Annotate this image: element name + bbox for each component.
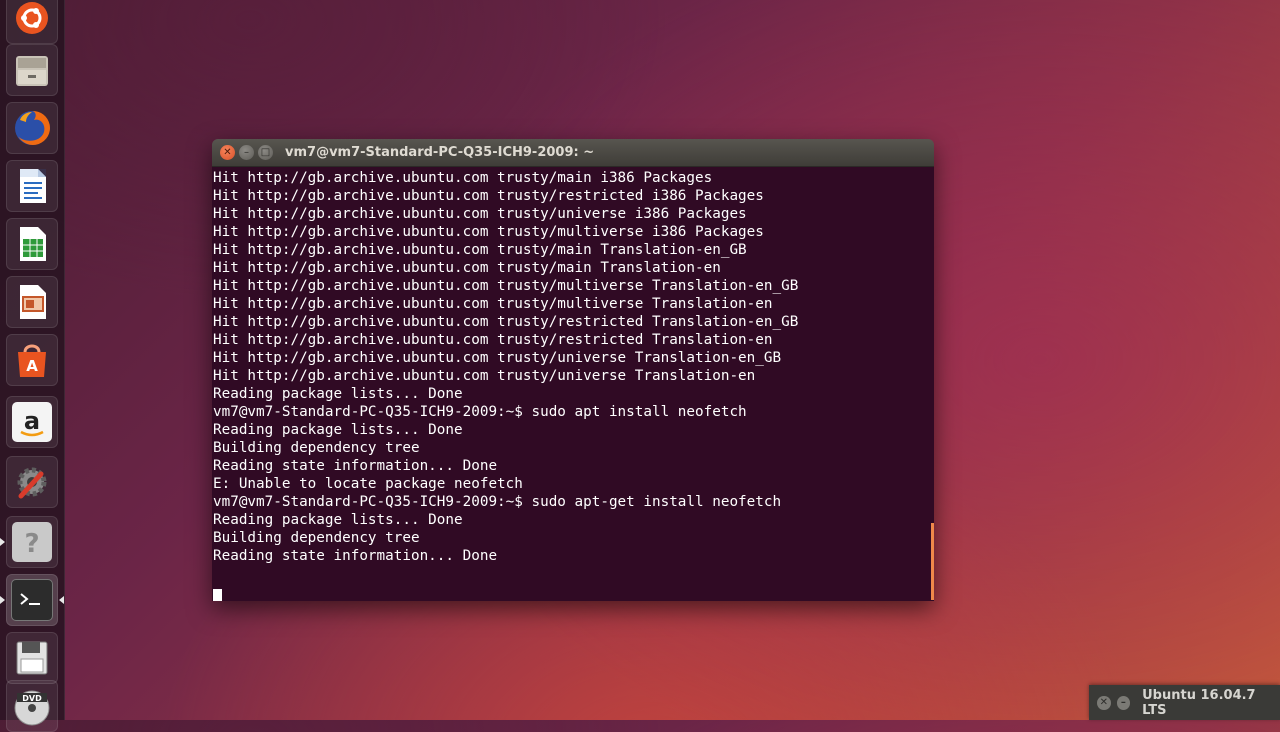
terminal-line: Hit http://gb.archive.ubuntu.com trusty/… <box>213 314 799 330</box>
system-settings-button[interactable] <box>6 456 58 508</box>
close-button[interactable]: ✕ <box>220 145 235 160</box>
software-center-button[interactable]: A <box>6 334 58 386</box>
calc-button[interactable] <box>6 218 58 270</box>
terminal-line: Hit http://gb.archive.ubuntu.com trusty/… <box>213 260 721 276</box>
close-icon: ✕ <box>223 147 232 158</box>
terminal-cursor <box>213 589 222 601</box>
window-title: vm7@vm7-Standard-PC-Q35-ICH9-2009: ~ <box>285 145 595 160</box>
system-settings-icon <box>12 462 52 502</box>
svg-text:a: a <box>24 407 40 435</box>
terminal-line: vm7@vm7-Standard-PC-Q35-ICH9-2009:~$ sud… <box>213 404 747 420</box>
terminal-line: vm7@vm7-Standard-PC-Q35-ICH9-2009:~$ sud… <box>213 494 782 510</box>
svg-text:?: ? <box>24 529 39 559</box>
firefox-icon <box>12 108 52 148</box>
terminal-icon <box>11 579 53 621</box>
running-indicator <box>0 596 5 604</box>
running-indicator <box>0 538 5 546</box>
os-version-label: Ubuntu 16.04.7 LTS <box>1142 687 1256 718</box>
terminal-line: Hit http://gb.archive.ubuntu.com trusty/… <box>213 206 747 222</box>
software-center-icon: A <box>12 340 52 380</box>
dash-icon <box>12 0 52 38</box>
svg-text:DVD: DVD <box>22 694 42 703</box>
focused-indicator <box>59 596 64 604</box>
terminal-line: Reading state information... Done <box>213 548 498 564</box>
terminal-line: Hit http://gb.archive.ubuntu.com trusty/… <box>213 170 713 186</box>
maximize-button[interactable]: □ <box>258 145 273 160</box>
impress-button[interactable] <box>6 276 58 328</box>
amazon-button[interactable]: a <box>6 396 58 448</box>
terminal-window[interactable]: ✕ – □ vm7@vm7-Standard-PC-Q35-ICH9-2009:… <box>212 139 934 601</box>
launcher: A a ? DVD <box>0 0 65 732</box>
terminal-line: Reading package lists... Done <box>213 386 463 402</box>
terminal-line: Hit http://gb.archive.ubuntu.com trusty/… <box>213 188 764 204</box>
terminal-line: Building dependency tree <box>213 440 420 456</box>
terminal-line: Building dependency tree <box>213 530 420 546</box>
save-disk-button[interactable] <box>6 632 58 684</box>
writer-button[interactable] <box>6 160 58 212</box>
terminal-cursor-line <box>213 583 934 601</box>
minimize-icon[interactable]: – <box>1116 695 1131 710</box>
amazon-icon: a <box>12 402 52 442</box>
terminal-line: Reading package lists... Done <box>213 512 463 528</box>
terminal-line: Hit http://gb.archive.ubuntu.com trusty/… <box>213 296 773 312</box>
terminal-line: E: Unable to locate package neofetch <box>213 476 523 492</box>
terminal-line: Hit http://gb.archive.ubuntu.com trusty/… <box>213 332 773 348</box>
version-notification: ✕ – Ubuntu 16.04.7 LTS <box>1089 685 1280 720</box>
files-icon <box>12 50 52 90</box>
terminal-line: Hit http://gb.archive.ubuntu.com trusty/… <box>213 350 782 366</box>
minimize-button[interactable]: – <box>239 145 254 160</box>
dvd-button[interactable]: DVD <box>6 680 58 732</box>
help-button[interactable]: ? <box>0 516 58 568</box>
terminal-line: Hit http://gb.archive.ubuntu.com trusty/… <box>213 368 756 384</box>
files-button[interactable] <box>6 44 58 96</box>
close-icon[interactable]: ✕ <box>1097 695 1111 710</box>
terminal-line: Hit http://gb.archive.ubuntu.com trusty/… <box>213 278 799 294</box>
calc-icon <box>12 224 52 264</box>
dvd-icon: DVD <box>12 686 52 726</box>
svg-text:A: A <box>26 357 38 375</box>
maximize-icon: □ <box>260 147 271 158</box>
firefox-button[interactable] <box>6 102 58 154</box>
terminal-line: Reading state information... Done <box>213 458 498 474</box>
minimize-icon: – <box>244 147 249 158</box>
writer-icon <box>12 166 52 206</box>
terminal-titlebar[interactable]: ✕ – □ vm7@vm7-Standard-PC-Q35-ICH9-2009:… <box>212 139 934 167</box>
save-disk-icon <box>12 638 52 678</box>
terminal-output[interactable]: Hit http://gb.archive.ubuntu.com trusty/… <box>212 167 934 601</box>
terminal-scrollbar[interactable] <box>931 523 934 600</box>
impress-icon <box>12 282 52 322</box>
terminal-line: Reading package lists... Done <box>213 422 463 438</box>
terminal-button[interactable] <box>0 574 64 626</box>
help-icon: ? <box>12 522 52 562</box>
terminal-line: Hit http://gb.archive.ubuntu.com trusty/… <box>213 242 747 258</box>
terminal-line: Hit http://gb.archive.ubuntu.com trusty/… <box>213 224 764 240</box>
dash-button[interactable] <box>6 0 58 44</box>
